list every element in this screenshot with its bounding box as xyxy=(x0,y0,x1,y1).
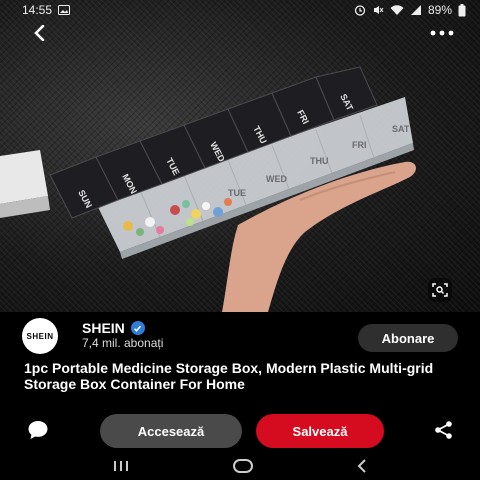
system-nav-bar xyxy=(0,452,480,480)
recent-apps-icon[interactable] xyxy=(111,459,131,473)
front-label: SAT xyxy=(392,124,410,134)
pin-title: 1pc Portable Medicine Storage Box, Moder… xyxy=(24,360,434,392)
creator-name: SHEIN xyxy=(82,320,125,336)
save-button[interactable]: Salvează xyxy=(256,414,384,448)
verified-icon xyxy=(130,321,145,335)
mute-icon xyxy=(373,6,384,14)
back-icon[interactable] xyxy=(355,458,369,474)
visual-search-icon xyxy=(432,283,448,297)
more-options-button[interactable] xyxy=(424,18,460,48)
front-label: TUE xyxy=(228,188,246,198)
pill-organizer-illustration: SUN MON TUE WED THU FRI SAT TUE WED THU … xyxy=(0,66,416,312)
front-label: FRI xyxy=(352,140,367,150)
wifi-icon xyxy=(390,5,404,15)
alarm-icon xyxy=(354,5,366,16)
more-dots-icon xyxy=(430,30,454,36)
clock: 14:55 xyxy=(22,3,53,17)
share-button[interactable] xyxy=(430,418,458,442)
subscribe-button[interactable]: Abonare xyxy=(358,324,458,352)
status-bar: 14:55 89% xyxy=(0,0,480,20)
front-label: THU xyxy=(310,156,329,166)
visit-button[interactable]: Accesează xyxy=(100,414,242,448)
action-bar: Accesează Salvează xyxy=(0,412,480,448)
pin-image[interactable]: SUN MON TUE WED THU FRI SAT TUE WED THU … xyxy=(0,0,480,312)
front-label: WED xyxy=(266,174,287,184)
battery-percent: 89% xyxy=(427,3,452,17)
creator-row: SHEIN SHEIN 7,4 mil. abonați Abonare xyxy=(0,316,480,356)
signal-icon xyxy=(410,5,421,15)
home-icon[interactable] xyxy=(232,458,254,474)
avatar[interactable]: SHEIN xyxy=(22,318,58,354)
battery-icon xyxy=(458,3,466,16)
back-button[interactable] xyxy=(22,18,58,48)
gallery-icon xyxy=(58,5,71,15)
creator-name-row[interactable]: SHEIN xyxy=(82,320,145,336)
share-icon xyxy=(435,421,452,439)
comment-button[interactable] xyxy=(24,418,52,442)
subscriber-count: 7,4 mil. abonați xyxy=(82,336,164,350)
chevron-left-icon xyxy=(34,25,45,41)
comment-icon xyxy=(28,421,48,439)
visual-search-button[interactable] xyxy=(428,278,452,302)
